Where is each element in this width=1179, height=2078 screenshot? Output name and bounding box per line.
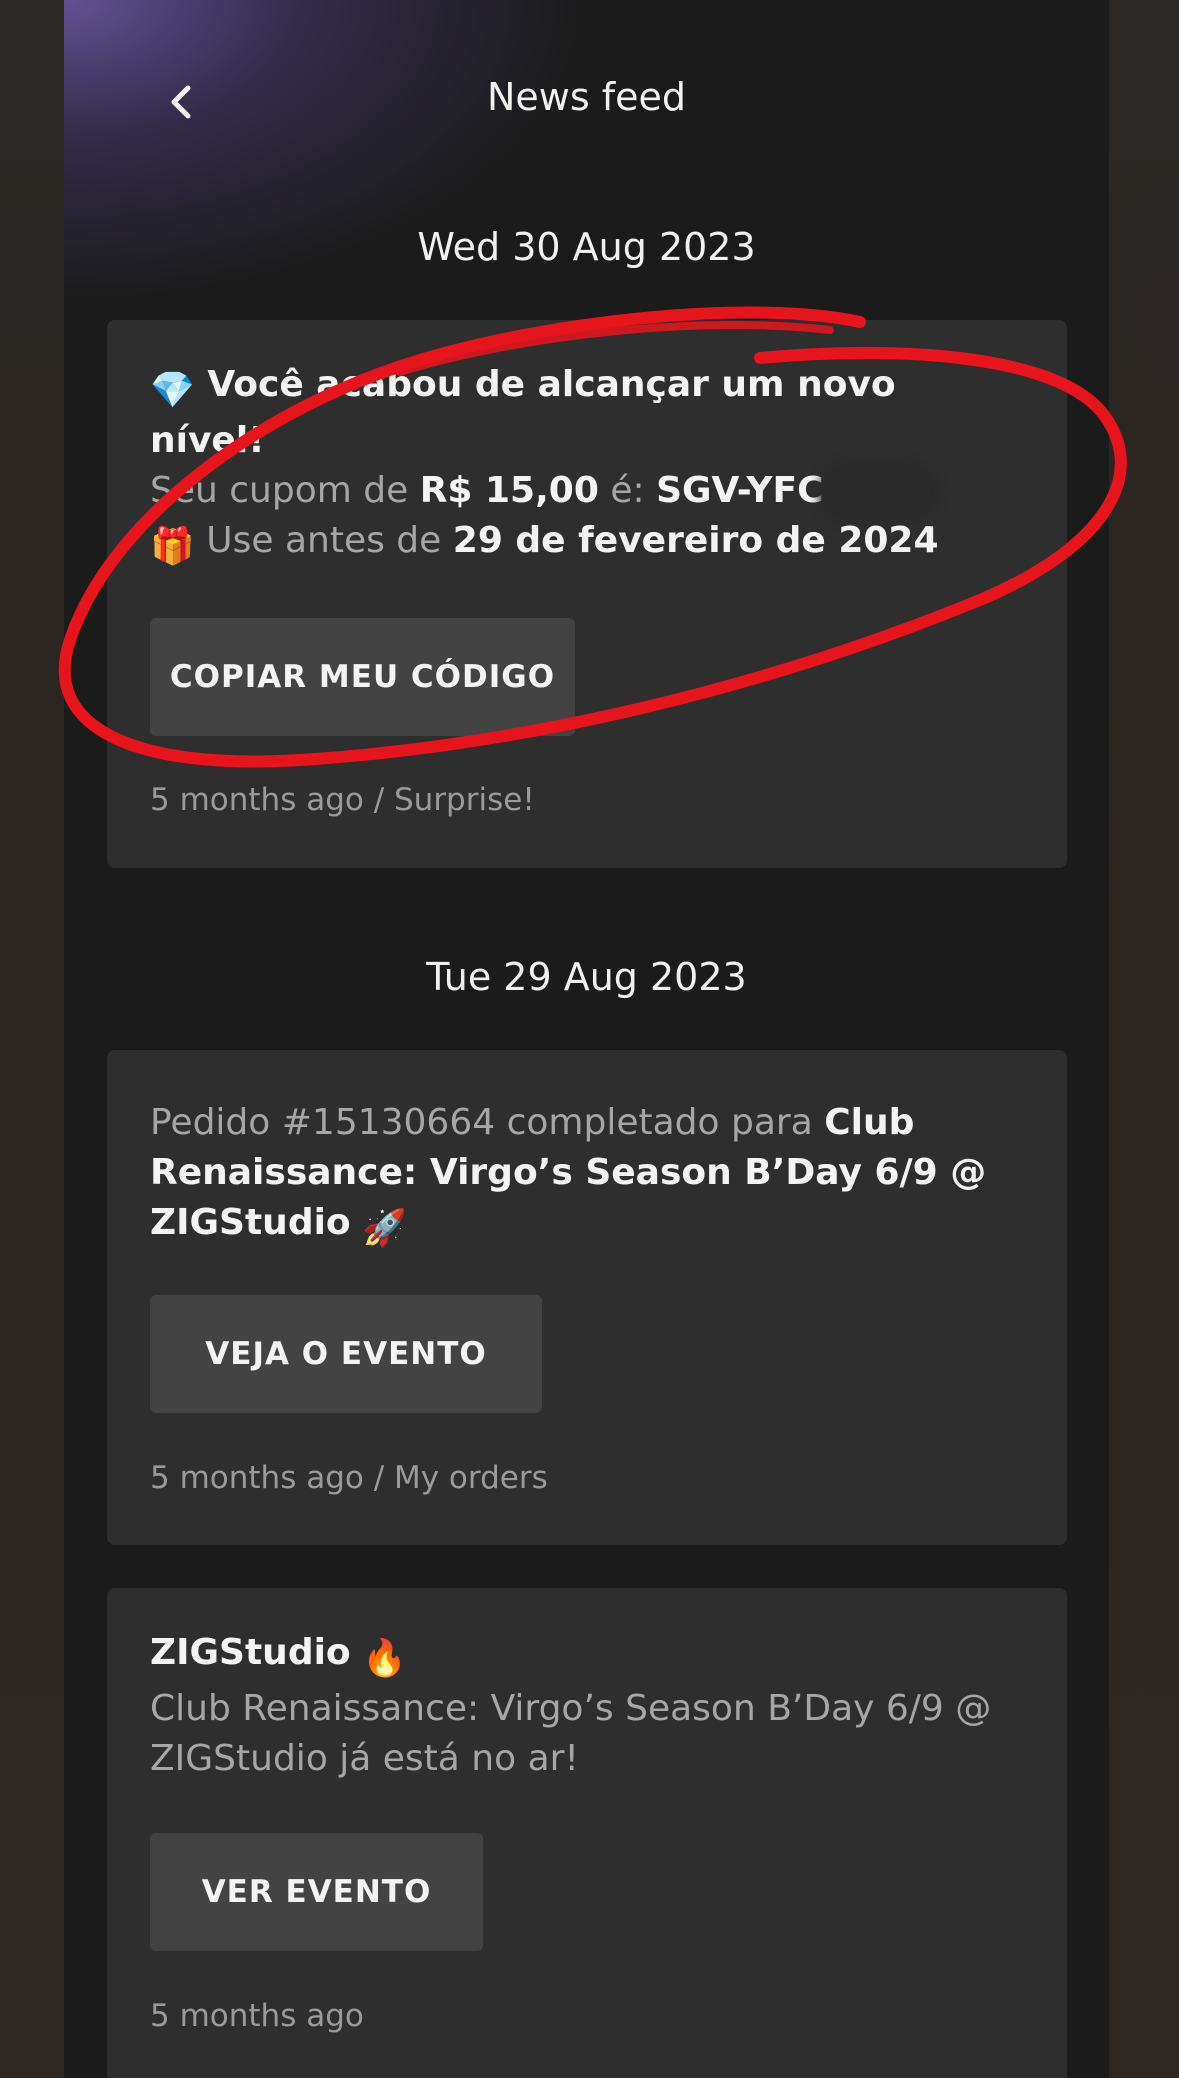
card-message: Pedido #15130664 completado para Club Re… [150, 1098, 1007, 1254]
card-meta: 5 months ago / My orders [150, 1460, 548, 1496]
card-title: ZIGStudio [150, 1632, 351, 1673]
card-meta: 5 months ago [150, 1998, 364, 2034]
gem-icon: 💎 [150, 370, 195, 411]
coupon-code: SGV-YFC [656, 470, 824, 511]
expiry-date: 29 de fevereiro de 2024 [452, 520, 939, 561]
level-up-text: 💎 Você acabou de alcançar um novo nível! [150, 364, 896, 461]
coupon-amount: R$ 15,00 [419, 470, 599, 511]
use-before-prefix: Use antes de [194, 520, 453, 561]
card-message: 💎 Você acabou de alcançar um novo nível!… [150, 360, 1007, 572]
order-prefix: Pedido #15130664 completado para [150, 1102, 825, 1143]
card-message: ZIGStudio 🔥 Club Renaissance: Virgo’s Se… [150, 1628, 1007, 1784]
coupon-mid: é: [598, 470, 657, 511]
coupon-prefix: Seu cupom de [150, 470, 420, 511]
rocket-icon: 🚀 [362, 1208, 407, 1249]
level-up-label: Você acabou de alcançar um novo nível! [150, 364, 896, 461]
app-screen: News feed Wed 30 Aug 2023 💎 Você acabou … [64, 0, 1109, 2078]
feed-card-order: Pedido #15130664 completado para Club Re… [107, 1050, 1067, 1545]
feed-card-announcement: ZIGStudio 🔥 Club Renaissance: Virgo’s Se… [107, 1588, 1067, 2078]
photo-background: News feed Wed 30 Aug 2023 💎 Você acabou … [0, 0, 1179, 2078]
redaction-blot [823, 468, 932, 516]
view-event-button[interactable]: VEJA O EVENTO [150, 1295, 542, 1413]
date-heading: Tue 29 Aug 2023 [426, 955, 747, 999]
copy-code-button[interactable]: COPIAR MEU CÓDIGO [150, 618, 575, 736]
date-heading: Wed 30 Aug 2023 [417, 225, 756, 269]
gift-icon: 🎁 [150, 526, 195, 567]
see-event-button[interactable]: VER EVENTO [150, 1833, 483, 1951]
fire-icon: 🔥 [362, 1638, 407, 1679]
top-bar: News feed [64, 55, 1109, 145]
feed-card-level-up: 💎 Você acabou de alcançar um novo nível!… [107, 320, 1067, 868]
card-meta: 5 months ago / Surprise! [150, 782, 535, 818]
page-title: News feed [486, 75, 687, 119]
card-body: Club Renaissance: Virgo’s Season B’Day 6… [150, 1688, 992, 1779]
